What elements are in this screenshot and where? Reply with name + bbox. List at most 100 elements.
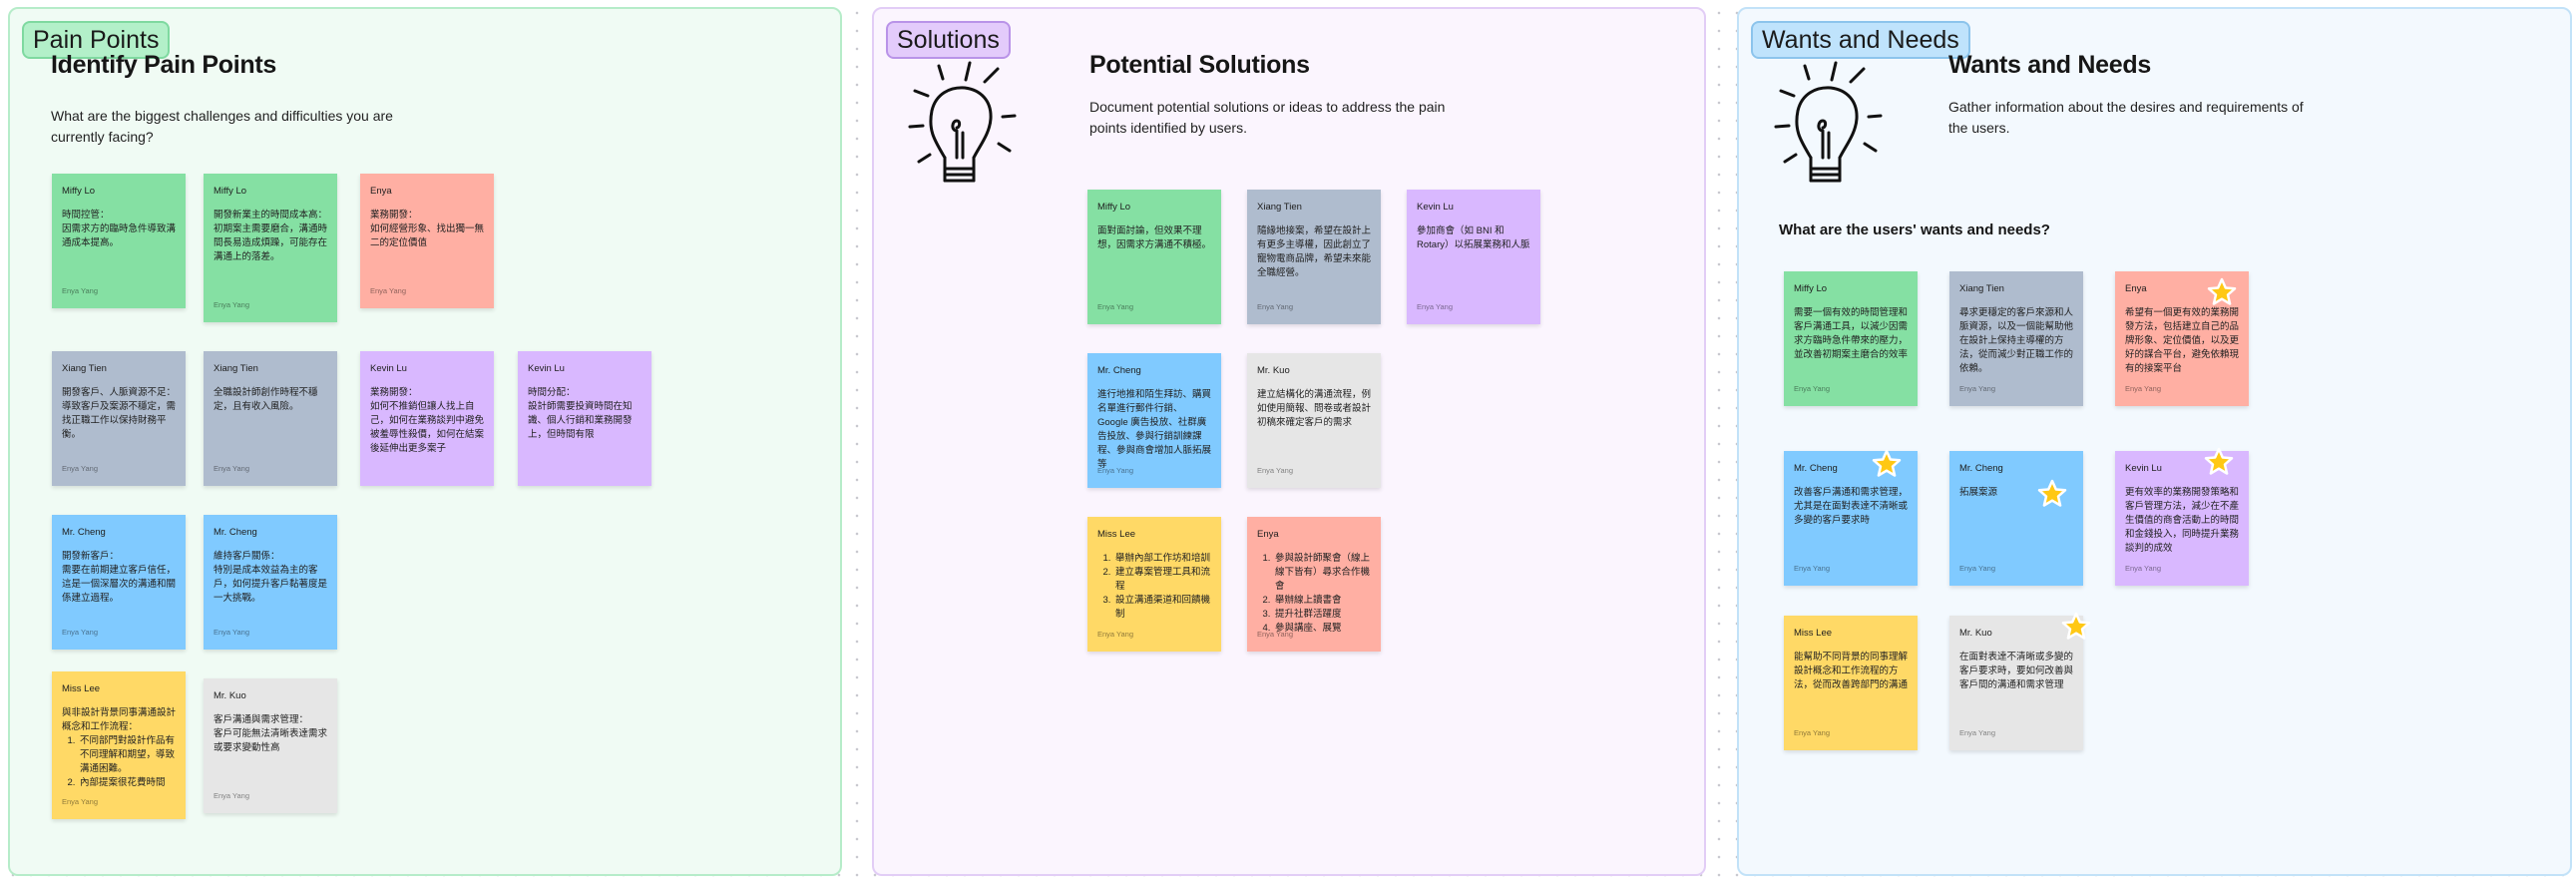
sticky-note[interactable]: Miffy Lo 需要一個有效的時間管理和客戶溝通工具，以減少因需求方臨時急件帶… [1784,271,1918,406]
frame-label[interactable]: Solutions [886,21,1011,59]
note-footer: Enya Yang [1417,302,1454,311]
frame-title: Potential Solutions [1089,51,1310,79]
note-body: 與非設計背景同事溝通設計概念和工作流程： [62,707,177,732]
frame-wants-and-needs[interactable]: Wants and Needs Wants and Needs Gather i… [1737,7,2572,876]
star-icon[interactable] [1872,449,1902,479]
note-body: 隨緣地接案，希望在設計上有更多主導權，因此創立了寵物電商品牌，希望未來能全職經營… [1257,225,1372,278]
sticky-note[interactable]: Kevin Lu 業務開發： 如何不推銷但讓人找上自己，如何在業務談判中避免被羞… [360,351,494,486]
note-list-item: 內部提案很花費時間 [78,776,176,790]
sticky-note[interactable]: Kevin Lu 時間分配： 設計師需要投資時間在知識、個人行銷和業務開發上，但… [518,351,651,486]
star-icon[interactable] [2207,277,2237,307]
note-body: 維持客戶關係： 特別是成本效益為主的客戶，如何提升客戶黏著度是一大挑戰。 [214,551,328,604]
frame-pain-points[interactable]: Pain Points Identify Pain Points What ar… [8,7,842,876]
star-icon[interactable] [2204,447,2234,477]
frame-label[interactable]: Wants and Needs [1751,21,1970,59]
note-footer: Enya Yang [1257,630,1294,639]
note-author: Mr. Cheng [1097,365,1141,376]
sticky-note[interactable]: Miss Lee 能幫助不同背景的同事理解設計概念和工作流程的方法，從而改善跨部… [1784,616,1918,750]
note-author: Miffy Lo [62,186,96,197]
sticky-note[interactable]: Miffy Lo 時間控管： 因需求方的臨時急件導致溝通成本提高。 Enya Y… [52,174,186,308]
frame-description: What are the biggest challenges and diff… [51,108,393,145]
note-footer: Enya Yang [2125,564,2162,573]
sticky-note[interactable]: Mr. Kuo 客戶溝通與需求管理： 客戶可能無法清晰表達需求或要求變動性高 E… [204,678,337,813]
note-body: 能幫助不同背景的同事理解設計概念和工作流程的方法，從而改善跨部門的溝通 [1794,652,1909,690]
note-footer: Enya Yang [214,791,250,800]
sticky-note[interactable]: Kevin Lu 參加商會（如 BNI 和 Rotary）以拓展業務和人脈 En… [1407,190,1540,324]
note-body: 進行地推和陌生拜訪、購買名單進行郵件行銷、Google 廣告投放、社群廣告投放、… [1097,389,1212,470]
note-body: 建立結構化的溝通流程，例如使用簡報、問卷或者設計初稿來確定客戶的需求 [1257,389,1372,428]
note-author: Mr. Cheng [1959,463,2003,474]
note-body: 面對面討論，但效果不理想，因需求方溝通不積極。 [1097,225,1212,250]
note-author: Xiang Tien [1959,283,2004,294]
note-author: Kevin Lu [1417,202,1454,213]
note-body: 全職設計師創作時程不穩定，且有收入風險。 [214,387,318,412]
sticky-note[interactable]: Enya 參與設計師聚會（線上線下皆有）尋求合作機會 舉辦線上讀書會 提升社群活… [1247,517,1381,652]
sticky-note[interactable]: Miss Lee 與非設計背景同事溝通設計概念和工作流程： 不同部門對設計作品有… [52,671,186,819]
note-list: 舉辦內部工作坊和培訓 建立專案管理工具和流程 設立溝通渠道和回饋機制 [1097,552,1211,622]
sticky-note[interactable]: Miffy Lo 開發新業主的時間成本高：初期案主需要磨合，溝通時間長易造成煩躁… [204,174,337,322]
note-author: Miffy Lo [214,186,247,197]
note-author: Enya [370,186,392,197]
note-author: Mr. Cheng [62,527,106,538]
sticky-note[interactable]: Xiang Tien 尋求更穩定的客戶來源和人脈資源，以及一個能幫助他在設計上保… [1949,271,2083,406]
note-footer: Enya Yang [1257,302,1294,311]
note-body: 參加商會（如 BNI 和 Rotary）以拓展業務和人脈 [1417,225,1530,250]
note-author: Kevin Lu [528,363,565,374]
note-footer: Enya Yang [1097,630,1134,639]
note-footer: Enya Yang [62,286,99,295]
note-footer: Enya Yang [2125,384,2162,393]
note-footer: Enya Yang [214,628,250,637]
sticky-note[interactable]: Miffy Lo 面對面討論，但效果不理想，因需求方溝通不積極。 Enya Ya… [1087,190,1221,324]
note-author: Kevin Lu [370,363,407,374]
sticky-note[interactable]: Mr. Cheng 開發新客戶： 需要在前期建立客戶信任，這是一個深層次的溝通和… [52,515,186,650]
note-body: 業務開發： 如何經營形象、找出獨一無二的定位價值 [370,210,485,248]
note-footer: Enya Yang [1959,384,1996,393]
note-list-item: 舉辦內部工作坊和培訓 [1113,552,1211,566]
sticky-note[interactable]: Xiang Tien 隨緣地接案，希望在設計上有更多主導權，因此創立了寵物電商品… [1247,190,1381,324]
note-author: Enya [1257,529,1279,540]
note-footer: Enya Yang [62,628,99,637]
note-author: Miss Lee [1794,628,1833,639]
lightbulb-icon [1774,61,1883,183]
note-footer: Enya Yang [1959,728,1996,737]
note-body: 開發新業主的時間成本高：初期案主需要磨合，溝通時間長易造成煩躁，可能存在溝通上的… [214,210,328,262]
note-footer: Enya Yang [1097,302,1134,311]
note-list-item: 參與設計師聚會（線上線下皆有）尋求合作機會 [1273,552,1371,594]
note-footer: Enya Yang [1959,564,1996,573]
note-footer: Enya Yang [62,464,99,473]
note-body: 開發客戶、人脈資源不足：導致客戶及案源不穩定，需找正職工作以保持財務平衡。 [62,387,177,440]
frame-title: Identify Pain Points [51,51,276,79]
frame-description: Document potential solutions or ideas to… [1089,99,1446,136]
note-body: 尋求更穩定的客戶來源和人脈資源，以及一個能幫助他在設計上保持主導權的方法，從而減… [1959,307,2074,374]
frame-title: Wants and Needs [1948,51,2151,79]
star-icon[interactable] [2061,612,2091,642]
note-body: 開發新客戶： 需要在前期建立客戶信任，這是一個深層次的溝通和關係建立過程。 [62,551,177,604]
sticky-note[interactable]: Mr. Cheng 進行地推和陌生拜訪、購買名單進行郵件行銷、Google 廣告… [1087,353,1221,488]
sticky-note[interactable]: Mr. Kuo 建立結構化的溝通流程，例如使用簡報、問卷或者設計初稿來確定客戶的… [1247,353,1381,488]
note-author: Miss Lee [62,683,101,694]
note-body: 改善客戶溝通和需求管理，尤其是在面對表達不清晰或多變的客戶要求時 [1794,487,1909,526]
note-author: Xiang Tien [62,363,107,374]
frame-solutions[interactable]: Solutions Potential Solutions Document p… [872,7,1706,876]
note-list-item: 設立溝通渠道和回饋機制 [1113,594,1211,622]
note-footer: Enya Yang [1794,564,1831,573]
section-question: What are the users' wants and needs? [1779,221,2050,238]
sticky-note[interactable]: Enya 業務開發： 如何經營形象、找出獨一無二的定位價值 Enya Yang [360,174,494,308]
sticky-note[interactable]: Mr. Cheng 維持客戶關係： 特別是成本效益為主的客戶，如何提升客戶黏著度… [204,515,337,650]
note-body: 更有效率的業務開發策略和客戶管理方法，減少在不產生價值的商會活動上的時間和金錢投… [2125,487,2240,554]
note-author: Xiang Tien [214,363,258,374]
note-list-item: 舉辦線上讀書會 [1273,594,1371,608]
sticky-note[interactable]: Xiang Tien 開發客戶、人脈資源不足：導致客戶及案源不穩定，需找正職工作… [52,351,186,486]
note-body: 客戶溝通與需求管理： 客戶可能無法清晰表達需求或要求變動性高 [214,714,328,753]
sticky-note[interactable]: Miss Lee 舉辦內部工作坊和培訓 建立專案管理工具和流程 設立溝通渠道和回… [1087,517,1221,652]
note-body: 需要一個有效的時間管理和客戶溝通工具，以減少因需求方臨時急件帶來的壓力，並改善初… [1794,307,1909,360]
sticky-note[interactable]: Xiang Tien 全職設計師創作時程不穩定，且有收入風險。 Enya Yan… [204,351,337,486]
sticky-note[interactable]: Mr. Cheng 拓展案源 Enya Yang [1949,451,2083,586]
note-list: 參與設計師聚會（線上線下皆有）尋求合作機會 舉辦線上讀書會 提升社群活躍度 參與… [1257,552,1371,636]
note-body: 業務開發： 如何不推銷但讓人找上自己，如何在業務談判中避免被羞辱性殺價，如何在結… [370,387,485,454]
note-list-item: 不同部門對設計作品有不同理解和期望，導致溝通困難。 [78,734,176,776]
star-icon[interactable] [2037,479,2067,509]
note-footer: Enya Yang [1794,728,1831,737]
note-author: Miffy Lo [1097,202,1131,213]
note-author: Xiang Tien [1257,202,1302,213]
